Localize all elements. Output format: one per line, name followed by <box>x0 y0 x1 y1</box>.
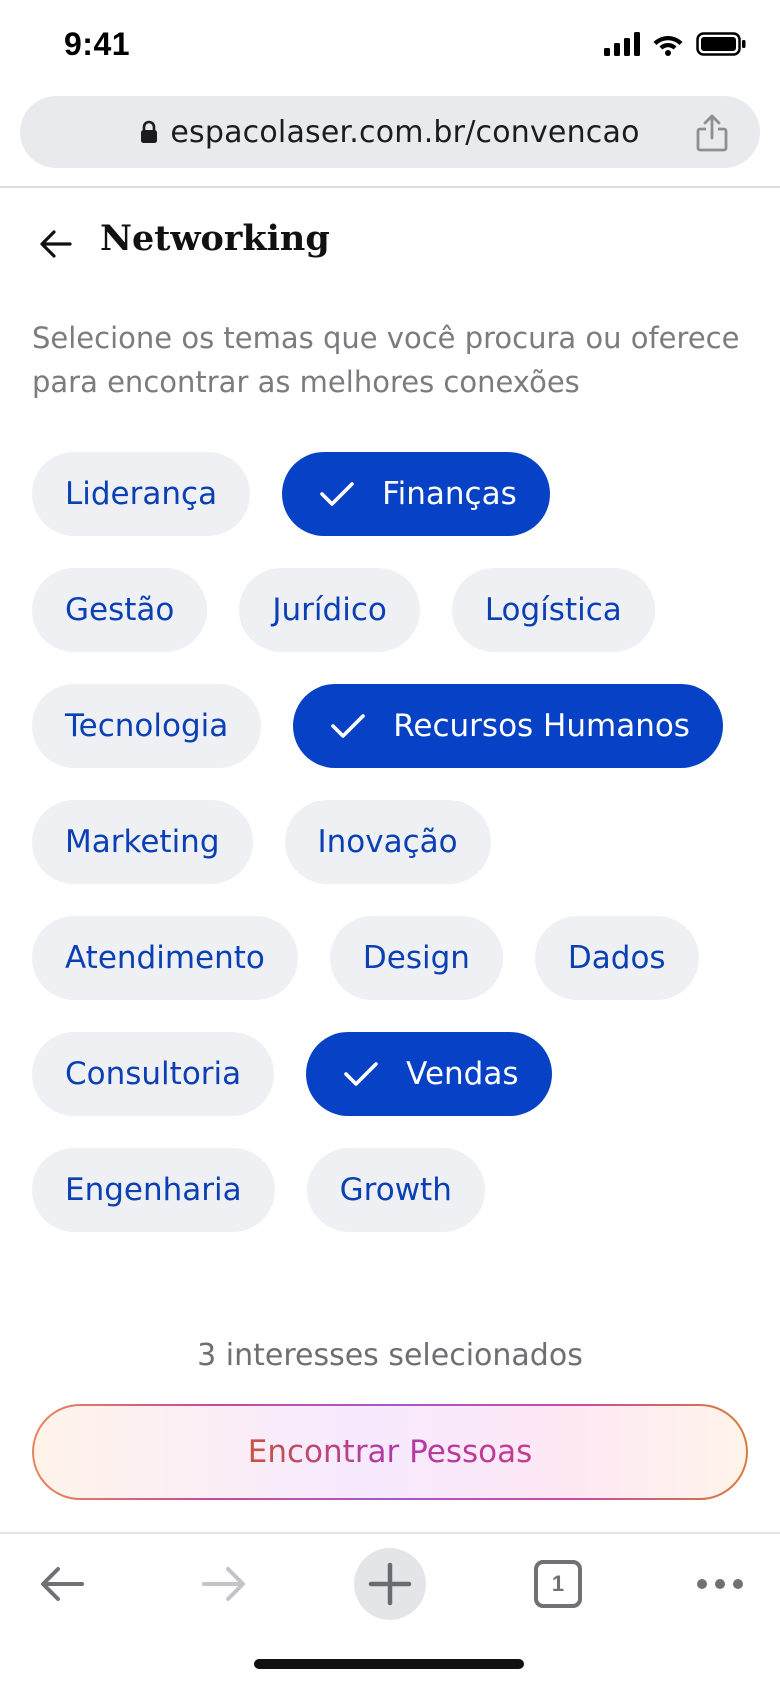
topic-chip[interactable]: Dados <box>534 916 699 1000</box>
topic-chip-label: Tecnologia <box>65 708 229 744</box>
topic-chip[interactable]: Design <box>329 916 503 1000</box>
topic-chip-label: Inovação <box>317 824 458 860</box>
battery-icon <box>696 32 746 56</box>
address-bar[interactable]: espacolaser.com.br/convencao <box>20 96 760 168</box>
topic-chip[interactable]: Growth <box>306 1148 485 1232</box>
topic-chip-label: Recursos Humanos <box>393 708 690 744</box>
header-divider <box>0 186 780 188</box>
status-icons <box>604 32 746 56</box>
topic-chip-label: Logística <box>484 592 622 628</box>
back-arrow-icon[interactable] <box>36 224 76 264</box>
home-indicator <box>254 1659 524 1669</box>
topic-chip-label: Gestão <box>65 592 175 628</box>
more-button[interactable] <box>694 1534 746 1634</box>
share-icon[interactable] <box>694 114 730 152</box>
arrow-left-icon <box>41 1567 84 1601</box>
topic-chip[interactable]: Inovação <box>284 800 491 884</box>
topic-chip-label: Liderança <box>65 476 218 512</box>
status-bar: 9:41 <box>0 0 780 92</box>
topic-chip-label: Dados <box>567 940 666 976</box>
topic-chip[interactable]: Finanças <box>282 452 550 536</box>
checkmark-icon <box>331 714 366 738</box>
page-subtitle: Selecione os temas que você procura ou o… <box>32 321 740 399</box>
browser-back-button[interactable] <box>34 1534 90 1634</box>
topic-chip-label: Design <box>362 940 470 976</box>
find-people-label: Encontrar Pessoas <box>247 1434 533 1470</box>
topic-chip[interactable]: Jurídico <box>239 568 420 652</box>
signal-icon <box>604 32 640 56</box>
topic-chip-label: Vendas <box>406 1056 519 1092</box>
topic-chip[interactable]: Logística <box>451 568 655 652</box>
lock-icon <box>141 120 158 143</box>
topic-chip[interactable]: Tecnologia <box>32 684 262 768</box>
new-tab-button[interactable] <box>354 1534 426 1634</box>
more-icon <box>697 1579 743 1589</box>
topic-chip[interactable]: Consultoria <box>32 1032 275 1116</box>
browser-toolbar: 1 <box>0 1534 780 1634</box>
checkmark-icon <box>320 482 354 506</box>
checkmark-icon <box>344 1062 378 1086</box>
topic-chip-label: Engenharia <box>65 1172 242 1208</box>
topic-chip[interactable]: Vendas <box>306 1032 552 1116</box>
plus-icon <box>368 1562 412 1606</box>
status-time: 9:41 <box>64 26 131 62</box>
topic-chip-label: Marketing <box>65 824 220 860</box>
url-text: espacolaser.com.br/convencao <box>170 114 640 150</box>
page-title: Networking <box>100 218 330 259</box>
topic-chip[interactable]: Atendimento <box>32 916 298 1000</box>
wifi-icon <box>653 36 683 56</box>
topic-chip[interactable]: Liderança <box>32 452 251 536</box>
topic-chip-label: Consultoria <box>65 1056 242 1092</box>
find-people-button[interactable]: Encontrar Pessoas <box>32 1404 748 1500</box>
tabs-button[interactable]: 1 <box>532 1534 584 1634</box>
selection-count: 3 interesses selecionados <box>197 1338 583 1373</box>
topic-chip-label: Growth <box>339 1172 452 1208</box>
browser-forward-button[interactable] <box>196 1534 252 1634</box>
topic-chip[interactable]: Recursos Humanos <box>293 684 723 768</box>
topic-chip[interactable]: Marketing <box>32 800 253 884</box>
arrow-right-icon <box>202 1567 245 1601</box>
topic-chips: Liderança Finanças Gestão Jurídico Logística… <box>32 452 752 1232</box>
topic-chip[interactable]: Engenharia <box>32 1148 275 1232</box>
topic-chip-label: Atendimento <box>65 940 265 976</box>
topic-chip-label: Finanças <box>382 476 517 512</box>
tab-count: 1 <box>534 1560 582 1608</box>
topic-chip[interactable]: Gestão <box>32 568 208 652</box>
topic-chip-label: Jurídico <box>272 592 387 628</box>
